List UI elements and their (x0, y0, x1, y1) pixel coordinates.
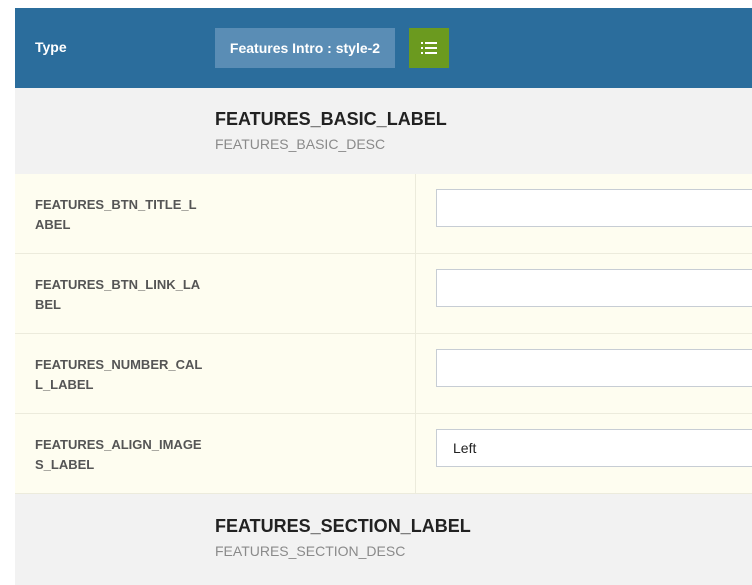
form-panel: Type Features Intro : style-2 FEATURES_B… (15, 8, 752, 585)
btn-title-input[interactable] (436, 189, 752, 227)
field-row-btn-link: FEATURES_BTN_LINK_LABEL (15, 254, 752, 334)
basic-section-header: FEATURES_BASIC_LABEL FEATURES_BASIC_DESC (15, 88, 752, 174)
field-label-btn-link: FEATURES_BTN_LINK_LABEL (35, 277, 201, 312)
style-select-button[interactable]: Features Intro : style-2 (215, 28, 395, 68)
field-divider (415, 174, 416, 253)
field-row-align-images: FEATURES_ALIGN_IMAGES_LABEL Left (15, 414, 752, 494)
type-bar: Type Features Intro : style-2 (15, 8, 752, 88)
basic-section-title: FEATURES_BASIC_LABEL (215, 109, 447, 129)
field-label-btn-title: FEATURES_BTN_TITLE_LABEL (35, 197, 197, 232)
basic-section-description: FEATURES_BASIC_DESC (215, 136, 386, 152)
field-row-number-call: FEATURES_NUMBER_CALL_LABEL (15, 334, 752, 414)
list-icon (421, 42, 437, 54)
type-label: Type (35, 39, 67, 55)
field-label-align-images: FEATURES_ALIGN_IMAGES_LABEL (35, 437, 202, 472)
field-row-btn-title: FEATURES_BTN_TITLE_LABEL (15, 174, 752, 254)
field-divider (415, 334, 416, 413)
align-images-select[interactable]: Left (436, 429, 752, 467)
field-divider (415, 414, 416, 493)
number-call-input[interactable] (436, 349, 752, 387)
field-label-number-call: FEATURES_NUMBER_CALL_LABEL (35, 357, 203, 392)
section-section-header: FEATURES_SECTION_LABEL FEATURES_SECTION_… (15, 494, 752, 585)
btn-link-input[interactable] (436, 269, 752, 307)
section-section-title: FEATURES_SECTION_LABEL (215, 516, 471, 536)
field-divider (415, 254, 416, 333)
list-button[interactable] (409, 28, 449, 68)
section-section-description: FEATURES_SECTION_DESC (215, 543, 406, 559)
